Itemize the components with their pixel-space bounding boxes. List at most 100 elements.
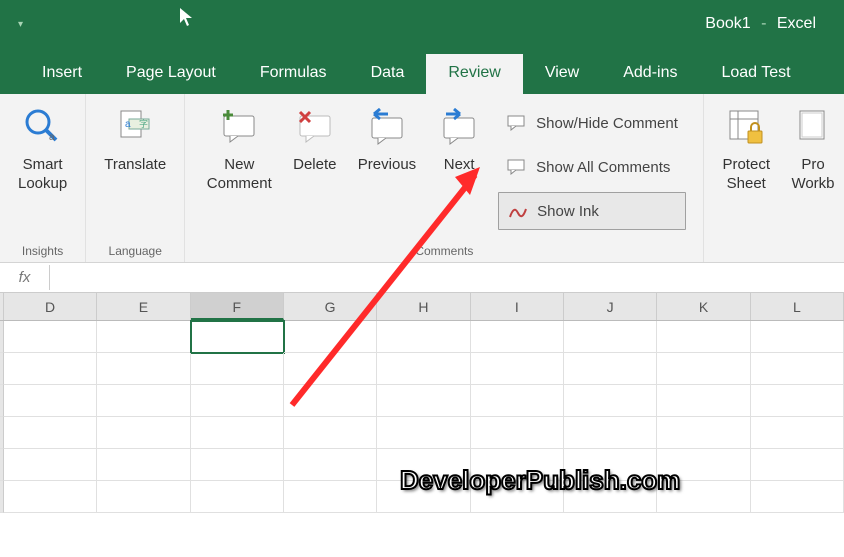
cell[interactable] [471,417,564,449]
cell[interactable] [4,353,97,385]
col-header-g[interactable]: G [284,293,377,320]
cell[interactable] [751,481,844,513]
cell[interactable] [751,417,844,449]
svg-text:a: a [49,132,55,143]
protect-workbook-label-2: Workb [791,175,834,192]
title-bar: ▾ Book1 - Excel [0,0,844,48]
cell[interactable] [284,481,377,513]
cell[interactable] [564,417,657,449]
cell[interactable] [377,353,470,385]
cell[interactable] [4,385,97,417]
col-header-j[interactable]: J [564,293,657,320]
previous-comment-label: Previous [358,156,416,175]
cell[interactable] [471,353,564,385]
col-header-e[interactable]: E [97,293,190,320]
col-header-i[interactable]: I [471,293,564,320]
tab-page-layout[interactable]: Page Layout [104,54,238,94]
show-ink-button[interactable]: Show Ink [498,192,686,230]
protect-workbook-button[interactable]: Pro Workb [780,100,836,240]
group-comments: NewComment Delete Previous Next [185,94,704,262]
group-comments-label: Comments [415,242,473,260]
col-header-k[interactable]: K [657,293,750,320]
translate-label: Translate [104,156,166,175]
cell[interactable] [377,321,470,353]
cell[interactable] [97,321,190,353]
delete-comment-button[interactable]: Delete [282,100,348,240]
col-header-f[interactable]: F [191,293,284,320]
tab-add-ins[interactable]: Add-ins [601,54,699,94]
cell[interactable] [377,481,470,513]
col-header-l[interactable]: L [751,293,844,320]
cell-selected[interactable] [191,321,284,353]
cell[interactable] [751,321,844,353]
cell[interactable] [4,449,97,481]
cell[interactable] [284,385,377,417]
cell[interactable] [657,353,750,385]
col-header-h[interactable]: H [377,293,470,320]
new-comment-label-1: New [224,156,254,173]
cell[interactable] [564,353,657,385]
cell[interactable] [564,449,657,481]
cell[interactable] [657,449,750,481]
cell[interactable] [4,417,97,449]
cell[interactable] [564,385,657,417]
cell[interactable] [97,353,190,385]
cell[interactable] [4,321,97,353]
previous-comment-button[interactable]: Previous [348,100,426,240]
column-headers: D E F G H I J K L [0,293,844,321]
next-comment-button[interactable]: Next [426,100,492,240]
delete-comment-icon [292,104,338,150]
cell[interactable] [377,417,470,449]
cell[interactable] [284,321,377,353]
cell[interactable] [97,481,190,513]
mouse-cursor-icon [180,8,196,33]
cell[interactable] [657,481,750,513]
cell[interactable] [191,417,284,449]
col-header-d[interactable]: D [4,293,97,320]
cell[interactable] [751,385,844,417]
show-hide-comment-button[interactable]: Show/Hide Comment [498,104,686,142]
tab-load-test[interactable]: Load Test [699,54,812,94]
cell[interactable] [284,417,377,449]
cell[interactable] [191,449,284,481]
cell[interactable] [377,449,470,481]
smart-lookup-button[interactable]: a SmartLookup [8,100,77,240]
cell[interactable] [471,481,564,513]
protect-sheet-button[interactable]: ProtectSheet [712,100,780,240]
cell[interactable] [657,321,750,353]
translate-button[interactable]: a字 Translate [94,100,176,240]
show-all-comments-button[interactable]: Show All Comments [498,148,686,186]
cell[interactable] [751,449,844,481]
cell[interactable] [471,321,564,353]
cell[interactable] [97,385,190,417]
qat-dropdown-icon[interactable]: ▾ [18,19,23,30]
quick-access-toolbar[interactable]: ▾ [18,19,23,30]
cell[interactable] [564,481,657,513]
formula-input[interactable] [50,266,844,290]
cell[interactable] [657,417,750,449]
cell[interactable] [191,481,284,513]
tab-review[interactable]: Review [426,54,522,94]
cell[interactable] [657,385,750,417]
cell[interactable] [97,449,190,481]
cell[interactable] [564,321,657,353]
tab-view[interactable]: View [523,54,601,94]
cell[interactable] [284,353,377,385]
cell[interactable] [471,449,564,481]
cell[interactable] [4,481,97,513]
smart-lookup-label-2: Lookup [18,175,67,192]
new-comment-button[interactable]: NewComment [197,100,282,240]
cell[interactable] [471,385,564,417]
previous-comment-icon [364,104,410,150]
cell[interactable] [377,385,470,417]
fx-icon[interactable]: fx [0,265,50,290]
cell[interactable] [97,417,190,449]
tab-data[interactable]: Data [349,54,427,94]
cell[interactable] [191,385,284,417]
tab-formulas[interactable]: Formulas [238,54,349,94]
tab-insert[interactable]: Insert [20,54,104,94]
cell[interactable] [751,353,844,385]
cell[interactable] [191,353,284,385]
cell[interactable] [284,449,377,481]
protect-workbook-label-1: Pro [801,156,824,173]
